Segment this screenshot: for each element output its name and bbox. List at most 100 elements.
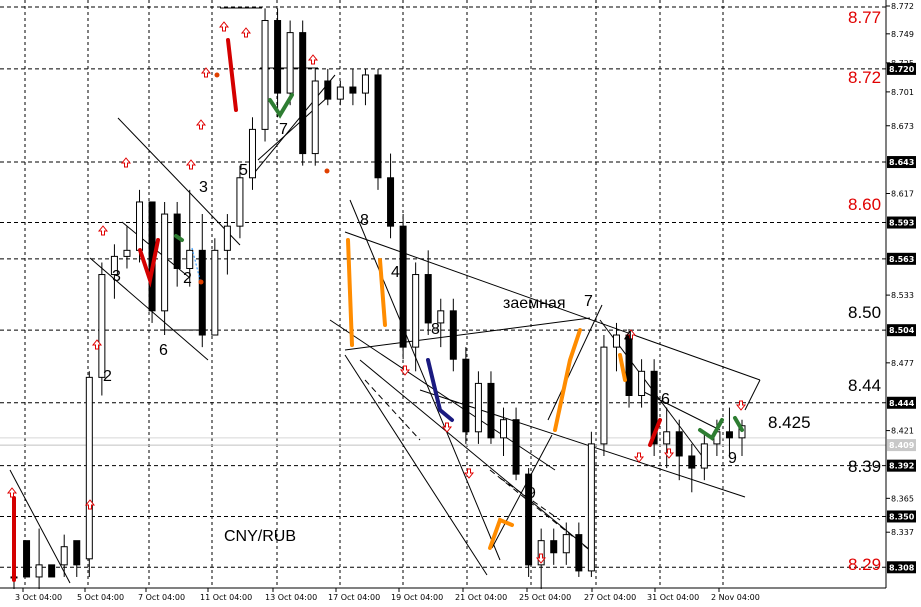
wave-number: 4 bbox=[624, 329, 633, 346]
level-label-8-44: 8.44 bbox=[848, 376, 881, 395]
wave-number: 8 bbox=[431, 321, 440, 338]
y-tick-label: 8.421 bbox=[891, 427, 914, 436]
candle-body bbox=[462, 358, 470, 433]
wave-number: 3 bbox=[112, 268, 121, 285]
candle-body bbox=[725, 431, 733, 439]
candle-body bbox=[638, 370, 646, 397]
candle-body bbox=[612, 334, 620, 348]
candle bbox=[23, 540, 31, 578]
y-tick-label: 8.749 bbox=[891, 30, 914, 39]
wave-number: 7 bbox=[279, 121, 288, 138]
price-box-label: 8.593 bbox=[889, 219, 914, 228]
candle-body bbox=[424, 274, 432, 324]
candle-body bbox=[186, 249, 194, 269]
candle-body bbox=[500, 419, 508, 439]
price-box-label: 8.563 bbox=[889, 255, 914, 264]
candle-body bbox=[211, 249, 219, 336]
signal-dot bbox=[324, 168, 330, 174]
candle-body bbox=[85, 376, 93, 560]
y-tick-label: 8.701 bbox=[891, 88, 914, 97]
candle-body bbox=[349, 86, 357, 94]
candle bbox=[286, 20, 294, 106]
candle bbox=[261, 8, 269, 142]
candle-body bbox=[663, 431, 671, 445]
wave-number: 9 bbox=[728, 450, 737, 467]
level-label-8-39: 8.39 bbox=[848, 457, 881, 476]
candle-body bbox=[223, 225, 231, 251]
wave-number: 9 bbox=[527, 485, 536, 502]
y-tick-label: 8.673 bbox=[891, 122, 914, 131]
signal-dot bbox=[214, 72, 220, 78]
x-tick-label: 21 Oct 04:00 bbox=[455, 593, 507, 602]
candle-body bbox=[73, 540, 81, 566]
candle bbox=[85, 371, 93, 577]
candle-body bbox=[449, 310, 457, 360]
level-label-8-50: 8.50 bbox=[848, 303, 881, 322]
candle-body bbox=[261, 20, 269, 130]
candle-body bbox=[286, 32, 294, 94]
wave-number: 5 bbox=[239, 162, 248, 179]
candle-body bbox=[173, 213, 181, 269]
wave-number: 2 bbox=[103, 368, 112, 385]
candle-body bbox=[48, 564, 56, 578]
candle bbox=[311, 68, 319, 166]
signal-dot bbox=[198, 279, 204, 285]
y-tick-label: 8.617 bbox=[891, 189, 914, 198]
candle-body bbox=[512, 419, 520, 475]
candle-body bbox=[487, 382, 495, 439]
candle-body bbox=[274, 20, 282, 94]
y-tick-label: 8.337 bbox=[891, 528, 914, 537]
level-label-8-60: 8.60 bbox=[848, 195, 881, 214]
candle-body bbox=[562, 534, 570, 554]
candlestick-chart: 8.7728.7498.7258.7018.6738.6178.5338.477… bbox=[0, 0, 916, 602]
candle-body bbox=[136, 201, 144, 251]
wave-number: 3 bbox=[199, 179, 208, 196]
candle bbox=[211, 238, 219, 336]
x-tick-label: 3 Oct 04:00 bbox=[15, 593, 62, 602]
y-tick-label: 8.477 bbox=[891, 359, 914, 368]
candle-body bbox=[35, 564, 43, 578]
candle-body bbox=[324, 80, 332, 100]
x-tick-label: 5 Oct 04:00 bbox=[77, 593, 124, 602]
x-tick-label: 19 Oct 04:00 bbox=[391, 593, 443, 602]
candle-body bbox=[311, 80, 319, 155]
price-box-label: 8.504 bbox=[889, 326, 915, 335]
x-tick-label: 25 Oct 04:00 bbox=[519, 593, 571, 602]
candle-body bbox=[575, 534, 583, 572]
candle bbox=[600, 335, 608, 456]
price-box-label: 8.409 bbox=[889, 441, 915, 450]
candle bbox=[374, 68, 382, 190]
candle-body bbox=[550, 540, 558, 554]
level-label-8-29: 8.29 bbox=[848, 555, 881, 574]
candle-body bbox=[161, 213, 169, 312]
x-tick-label: 2 Nov 04:00 bbox=[711, 593, 760, 602]
candle-body bbox=[123, 249, 131, 257]
candle-body bbox=[387, 177, 395, 227]
x-tick-label: 31 Oct 04:00 bbox=[647, 593, 699, 602]
candle-body bbox=[600, 346, 608, 445]
x-tick-label: 11 Oct 04:00 bbox=[200, 593, 252, 602]
candle bbox=[299, 20, 307, 166]
candle bbox=[462, 347, 470, 444]
wave-number: 4 bbox=[391, 264, 400, 281]
price-box-label: 8.392 bbox=[889, 462, 914, 471]
candle-body bbox=[675, 431, 683, 457]
level-label-8-72: 8.72 bbox=[848, 68, 881, 87]
wave-number: 7 bbox=[584, 293, 593, 310]
price-box-label: 8.643 bbox=[889, 158, 914, 167]
symbol-label: CNY/RUB bbox=[224, 528, 296, 545]
y-tick-label: 8.365 bbox=[891, 494, 914, 503]
candle-body bbox=[700, 443, 708, 469]
candle-body bbox=[361, 74, 369, 94]
candle-body bbox=[23, 540, 31, 578]
candle bbox=[587, 431, 595, 577]
plot-area bbox=[0, 0, 886, 588]
candle-body bbox=[60, 546, 68, 566]
y-tick-label: 8.772 bbox=[891, 2, 914, 11]
price-box-label: 8.308 bbox=[889, 563, 915, 572]
candle bbox=[399, 214, 407, 360]
word-label: заемная bbox=[503, 295, 566, 312]
chart-window: 8.7728.7498.7258.7018.6738.6178.5338.477… bbox=[0, 0, 921, 607]
candle-body bbox=[236, 177, 244, 227]
candle-body bbox=[412, 274, 420, 348]
